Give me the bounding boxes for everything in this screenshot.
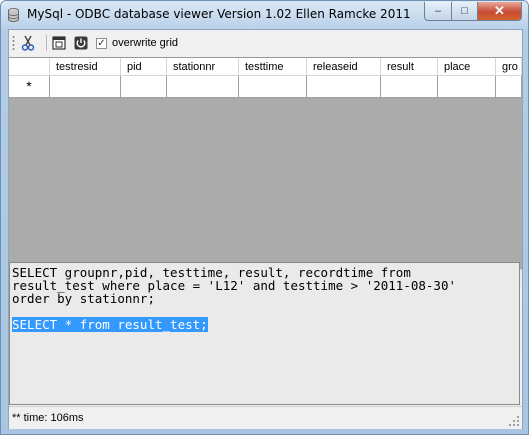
grid-cell[interactable]: [239, 76, 307, 98]
grid-table: testresid pid stationnr testtime release…: [9, 58, 522, 102]
column-header-pid[interactable]: pid: [121, 58, 167, 76]
sql-line: order by stationnr;: [12, 291, 155, 306]
minimize-icon: –: [434, 5, 442, 17]
maximize-icon: □: [461, 5, 468, 17]
maximize-button[interactable]: □: [452, 2, 478, 21]
database-icon: [8, 8, 19, 22]
close-icon: ✕: [494, 3, 505, 18]
toolbar-grip-icon[interactable]: [12, 35, 15, 52]
toolbar-separator: [46, 35, 47, 51]
minimize-button[interactable]: –: [424, 2, 452, 21]
app-window: MySql - ODBC database viewer Version 1.0…: [0, 0, 529, 435]
grid-cell[interactable]: [381, 76, 438, 98]
grid-cell[interactable]: [496, 76, 522, 98]
grid-cell[interactable]: [167, 76, 239, 98]
toolbar: ✓ overwrite grid: [9, 30, 522, 56]
resize-grip-icon[interactable]: [508, 415, 520, 427]
title-bar[interactable]: MySql - ODBC database viewer Version 1.0…: [1, 1, 528, 29]
window-icon: [52, 36, 66, 50]
grid-header-row: testresid pid stationnr testtime release…: [9, 58, 522, 76]
column-header-gro[interactable]: gro: [496, 58, 522, 76]
close-button[interactable]: ✕: [478, 2, 522, 21]
sql-selected-line: SELECT * from result_test;: [12, 317, 208, 332]
window-button[interactable]: [50, 34, 68, 52]
column-header-place[interactable]: place: [438, 58, 496, 76]
status-text: ** time: 106ms: [12, 412, 84, 424]
column-header-releaseid[interactable]: releaseid: [307, 58, 381, 76]
column-header-testresid[interactable]: testresid: [50, 58, 121, 76]
results-grid[interactable]: testresid pid stationnr testtime release…: [9, 57, 522, 286]
grid-cell[interactable]: [438, 76, 496, 98]
overwrite-grid-label[interactable]: overwrite grid: [112, 37, 178, 49]
grid-cell[interactable]: [307, 76, 381, 98]
grid-corner-cell[interactable]: [9, 58, 50, 76]
overwrite-grid-checkbox[interactable]: ✓: [96, 38, 107, 49]
caption-buttons: – □ ✕: [424, 2, 522, 21]
cut-button[interactable]: [19, 34, 37, 52]
new-row-marker[interactable]: *: [9, 76, 50, 98]
sql-editor[interactable]: SELECT groupnr,pid, testtime, result, re…: [9, 262, 520, 405]
power-button[interactable]: [72, 34, 90, 52]
status-bar: ** time: 106ms: [9, 406, 522, 429]
power-icon: [74, 36, 88, 50]
grid-new-row: *: [9, 76, 522, 98]
window-title: MySql - ODBC database viewer Version 1.0…: [27, 7, 411, 21]
column-header-stationnr[interactable]: stationnr: [167, 58, 239, 76]
column-header-result[interactable]: result: [381, 58, 438, 76]
grid-cell[interactable]: [121, 76, 167, 98]
column-header-testtime[interactable]: testtime: [239, 58, 307, 76]
scissors-icon: [21, 35, 35, 51]
grid-cell[interactable]: [50, 76, 121, 98]
client-area: ✓ overwrite grid testresid pid stationnr…: [8, 29, 523, 429]
